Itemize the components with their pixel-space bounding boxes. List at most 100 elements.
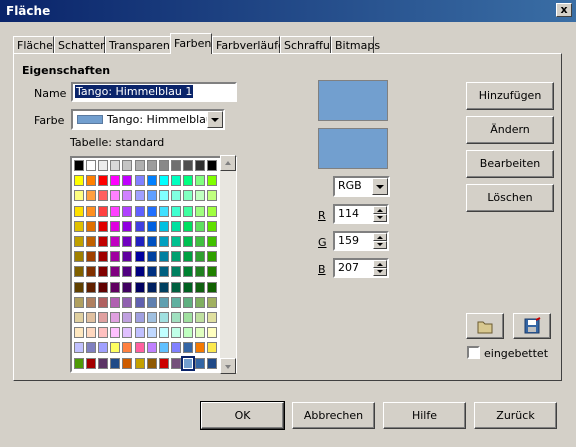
palette-color-cell[interactable] [86, 312, 97, 323]
palette-color-cell[interactable] [195, 357, 205, 369]
r-stepper[interactable] [373, 206, 387, 222]
color-palette[interactable] [70, 156, 237, 373]
palette-color-cell[interactable] [122, 175, 133, 187]
palette-color-cell[interactable] [146, 160, 157, 171]
palette-color-cell[interactable] [122, 281, 133, 293]
palette-color-cell[interactable] [134, 236, 145, 247]
palette-color-cell[interactable] [86, 327, 97, 339]
palette-color-cell[interactable] [207, 220, 218, 232]
palette-color-cell[interactable] [98, 190, 109, 202]
palette-color-cell[interactable] [158, 236, 169, 247]
palette-color-cell[interactable] [195, 281, 205, 293]
palette-color-cell[interactable] [207, 342, 218, 354]
palette-color-cell[interactable] [98, 205, 109, 217]
ok-button[interactable]: OK [200, 401, 285, 430]
palette-color-cell[interactable] [110, 266, 121, 278]
change-button[interactable]: Ändern [466, 116, 554, 144]
palette-color-cell[interactable] [134, 205, 145, 217]
palette-color-cell[interactable] [74, 281, 84, 293]
palette-color-cell[interactable] [158, 190, 169, 202]
palette-color-cell[interactable] [146, 357, 157, 369]
palette-color-cell[interactable] [110, 312, 121, 323]
palette-color-cell[interactable] [86, 357, 97, 369]
palette-color-cell[interactable] [195, 205, 205, 217]
palette-color-cell[interactable] [170, 312, 181, 323]
palette-color-cell[interactable] [122, 312, 133, 323]
palette-color-cell[interactable] [86, 160, 97, 171]
palette-color-cell[interactable] [146, 296, 157, 308]
back-button[interactable]: Zurück [474, 402, 557, 429]
palette-color-cell[interactable] [98, 236, 109, 247]
palette-color-cell[interactable] [146, 327, 157, 339]
cancel-button[interactable]: Abbrechen [292, 402, 375, 429]
palette-color-cell[interactable] [110, 357, 121, 369]
tab-farbverlaeufe[interactable]: Farbverläufe [212, 36, 285, 54]
tab-schraffur[interactable]: Schraffur [280, 36, 334, 54]
palette-color-cell[interactable] [134, 296, 145, 308]
palette-color-cell[interactable] [180, 355, 195, 371]
palette-color-cell[interactable] [146, 236, 157, 247]
palette-color-cell[interactable] [74, 266, 84, 278]
palette-color-cell[interactable] [182, 281, 193, 293]
palette-color-cell[interactable] [74, 342, 84, 354]
tab-flaeche[interactable]: Fläche [13, 36, 54, 54]
palette-color-cell[interactable] [146, 220, 157, 232]
palette-color-cell[interactable] [86, 251, 97, 263]
palette-color-cell[interactable] [158, 266, 169, 278]
palette-color-cell[interactable] [110, 281, 121, 293]
name-field[interactable]: Tango: Himmelblau 1 [71, 82, 237, 102]
delete-button[interactable]: Löschen [466, 184, 554, 212]
palette-color-cell[interactable] [74, 312, 84, 323]
palette-color-cell[interactable] [74, 357, 84, 369]
palette-color-cell[interactable] [170, 296, 181, 308]
palette-color-cell[interactable] [122, 357, 133, 369]
palette-color-cell[interactable] [146, 312, 157, 323]
embedded-checkbox[interactable] [467, 346, 480, 359]
palette-color-cell[interactable] [98, 327, 109, 339]
palette-scrollbar[interactable] [220, 155, 236, 374]
palette-color-cell[interactable] [195, 220, 205, 232]
tab-farben[interactable]: Farben [170, 33, 212, 54]
palette-color-cell[interactable] [182, 342, 193, 354]
edit-button[interactable]: Bearbeiten [466, 150, 554, 178]
palette-color-cell[interactable] [74, 251, 84, 263]
palette-color-cell[interactable] [86, 281, 97, 293]
palette-color-cell[interactable] [170, 251, 181, 263]
palette-color-cell[interactable] [110, 296, 121, 308]
palette-color-cell[interactable] [110, 236, 121, 247]
palette-color-cell[interactable] [182, 266, 193, 278]
palette-color-cell[interactable] [98, 281, 109, 293]
palette-color-cell[interactable] [110, 205, 121, 217]
palette-color-cell[interactable] [74, 327, 84, 339]
palette-color-cell[interactable] [207, 357, 218, 369]
palette-color-cell[interactable] [207, 266, 218, 278]
palette-color-cell[interactable] [182, 175, 193, 187]
palette-color-cell[interactable] [146, 266, 157, 278]
palette-color-cell[interactable] [74, 236, 84, 247]
palette-color-cell[interactable] [207, 160, 218, 171]
palette-color-cell[interactable] [146, 190, 157, 202]
palette-color-cell[interactable] [74, 205, 84, 217]
palette-color-cell[interactable] [170, 327, 181, 339]
palette-color-cell[interactable] [146, 342, 157, 354]
palette-color-cell[interactable] [170, 266, 181, 278]
palette-color-cell[interactable] [158, 357, 169, 369]
palette-color-cell[interactable] [182, 220, 193, 232]
palette-color-cell[interactable] [86, 342, 97, 354]
palette-color-cell[interactable] [122, 327, 133, 339]
palette-color-cell[interactable] [86, 296, 97, 308]
palette-color-cell[interactable] [158, 160, 169, 171]
palette-color-cell[interactable] [146, 175, 157, 187]
palette-color-cell[interactable] [182, 327, 193, 339]
r-input[interactable]: 114 [333, 204, 389, 224]
scroll-up-button[interactable] [220, 155, 236, 171]
palette-color-cell[interactable] [158, 312, 169, 323]
palette-color-cell[interactable] [74, 220, 84, 232]
palette-color-cell[interactable] [207, 312, 218, 323]
palette-color-cell[interactable] [134, 312, 145, 323]
palette-color-cell[interactable] [170, 342, 181, 354]
palette-color-cell[interactable] [207, 327, 218, 339]
palette-color-cell[interactable] [158, 281, 169, 293]
palette-color-cell[interactable] [86, 175, 97, 187]
help-button[interactable]: Hilfe [383, 402, 466, 429]
